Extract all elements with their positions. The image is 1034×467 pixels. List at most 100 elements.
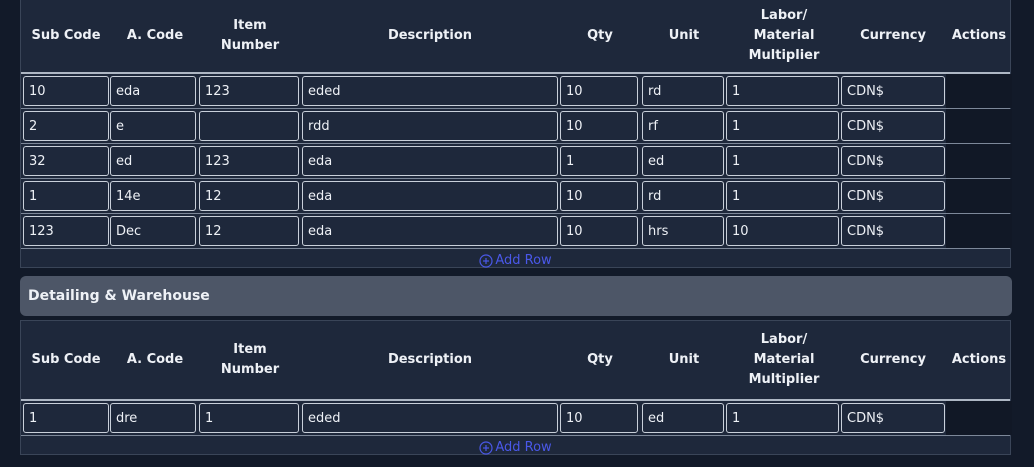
qty-input[interactable] [560,111,638,141]
column-header-currency: Currency [843,0,943,72]
a-code-input[interactable] [110,111,196,141]
currency-input[interactable] [841,216,945,246]
item-number-input[interactable] [199,216,299,246]
unit-input[interactable] [642,76,724,106]
column-header-a-code: A. Code [110,0,200,72]
column-header-label: Labor/ Material Multiplier [748,332,820,387]
currency-input[interactable] [841,181,945,211]
table-header: Sub Code A. Code Item Number Description Qty… [21,0,1010,74]
sub-code-input[interactable] [23,403,109,433]
a-code-input[interactable] [110,76,196,106]
unit-input[interactable] [642,216,724,246]
column-header-qty: Qty [560,321,640,399]
a-code-input[interactable] [110,181,196,211]
multiplier-input[interactable] [726,216,839,246]
sub-code-input[interactable] [23,181,109,211]
table-header: Sub Code A. Code Item Number Description Qty… [21,321,1010,401]
table-row [21,144,1012,179]
multiplier-input[interactable] [726,111,839,141]
qty-input[interactable] [560,76,638,106]
description-input[interactable] [302,403,558,433]
column-header-label: Sub Code [31,28,101,43]
unit-input[interactable] [642,111,724,141]
column-header-label: Sub Code [31,352,101,367]
actions-cell [946,109,1012,143]
description-input[interactable] [302,111,558,141]
item-number-input[interactable] [199,111,299,141]
item-number-input[interactable] [199,76,299,106]
add-row-button[interactable]: Add Row [21,436,1010,459]
qty-input[interactable] [560,146,638,176]
table-body [21,74,1012,249]
multiplier-input[interactable] [726,76,839,106]
column-header-label: Actions [951,28,1007,43]
column-header-label: A. Code [126,352,184,367]
actions-cell [946,144,1012,178]
column-header-label: Description [387,352,473,367]
sub-code-input[interactable] [23,216,109,246]
qty-input[interactable] [560,403,638,433]
column-header-label: Item Number [220,342,280,377]
item-number-input[interactable] [199,403,299,433]
description-input[interactable] [302,181,558,211]
column-header-description: Description [330,321,530,399]
sub-code-input[interactable] [23,76,109,106]
column-header-label: Description [387,28,473,43]
column-header-unit: Unit [644,321,724,399]
column-header-label: Unit [668,28,700,43]
description-input[interactable] [302,216,558,246]
item-number-input[interactable] [199,146,299,176]
table-row [21,74,1012,109]
column-header-multiplier: Labor/ Material Multiplier [719,0,849,72]
section-header-detailing-warehouse[interactable]: Detailing & Warehouse [20,276,1012,316]
table-body [21,401,1012,436]
currency-input[interactable] [841,111,945,141]
table-row [21,109,1012,144]
top-items-panel: Sub Code A. Code Item Number Description Qty… [20,0,1012,268]
column-header-sub-code: Sub Code [21,321,111,399]
column-header-label: A. Code [126,28,184,43]
table-row [21,214,1012,249]
sub-code-input[interactable] [23,146,109,176]
qty-input[interactable] [560,216,638,246]
add-row-label: Add Row [495,253,552,268]
column-header-multiplier: Labor/ Material Multiplier [719,321,849,399]
a-code-input[interactable] [110,146,196,176]
column-header-label: Currency [860,352,926,367]
unit-input[interactable] [642,146,724,176]
column-header-label: Actions [951,352,1007,367]
actions-cell [946,401,1012,435]
sub-code-input[interactable] [23,111,109,141]
actions-cell [946,214,1012,248]
column-header-label: Unit [668,352,700,367]
a-code-input[interactable] [110,216,196,246]
unit-input[interactable] [642,403,724,433]
currency-input[interactable] [841,76,945,106]
add-row-button[interactable]: Add Row [21,249,1010,272]
a-code-input[interactable] [110,403,196,433]
qty-input[interactable] [560,181,638,211]
plus-circle-icon [479,440,493,455]
column-header-label: Qty [587,352,613,367]
currency-input[interactable] [841,403,945,433]
actions-cell [946,74,1012,108]
multiplier-input[interactable] [726,403,839,433]
column-header-qty: Qty [560,0,640,72]
column-header-description: Description [330,0,530,72]
column-header-item-number: Item Number [205,0,295,72]
item-number-input[interactable] [199,181,299,211]
currency-input[interactable] [841,146,945,176]
add-row-label: Add Row [495,440,552,455]
table-row [21,401,1012,436]
column-header-currency: Currency [843,321,943,399]
unit-input[interactable] [642,181,724,211]
detailing-warehouse-panel: Sub Code A. Code Item Number Description Qty… [20,320,1012,455]
description-input[interactable] [302,76,558,106]
multiplier-input[interactable] [726,181,839,211]
column-header-unit: Unit [644,0,724,72]
column-header-label: Item Number [220,18,280,53]
multiplier-input[interactable] [726,146,839,176]
column-header-actions: Actions [946,321,1012,399]
column-header-label: Qty [587,28,613,43]
description-input[interactable] [302,146,558,176]
